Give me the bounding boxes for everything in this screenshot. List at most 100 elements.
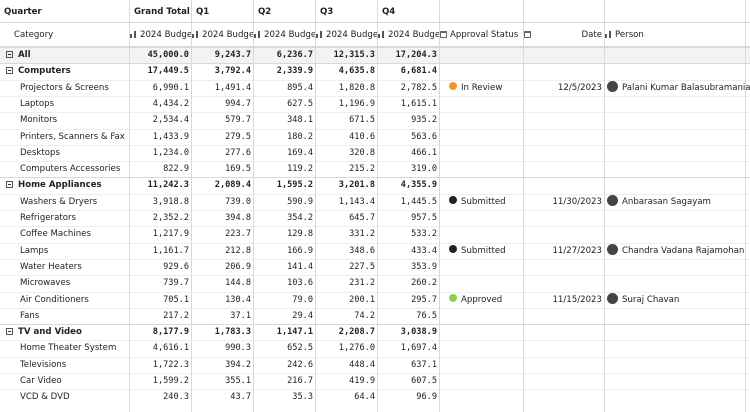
quarter-value-cell[interactable]: 35.3	[254, 389, 316, 405]
grand-total-cell[interactable]: 45,000.0	[130, 47, 192, 63]
quarter-value-cell[interactable]: 990.3	[192, 340, 254, 356]
approval-status-cell[interactable]: Approved	[449, 292, 523, 308]
quarter-value-cell[interactable]: 3,201.8	[316, 177, 378, 193]
quarter-value-cell[interactable]: 331.2	[316, 226, 378, 242]
quarter-value-cell[interactable]: 231.2	[316, 275, 378, 291]
quarter-value-cell[interactable]: 739.0	[192, 194, 254, 210]
collapse-icon[interactable]	[6, 180, 13, 188]
approval-status-cell[interactable]: Submitted	[449, 243, 523, 259]
quarter-value-cell[interactable]: 141.4	[254, 259, 316, 275]
quarter-value-cell[interactable]: 212.8	[192, 243, 254, 259]
quarter-value-cell[interactable]: 533.2	[378, 226, 440, 242]
grand-total-cell[interactable]: 217.2	[130, 308, 192, 324]
table-row[interactable]: Fans 217.2 37.1 29.4 74.2 76.5	[0, 308, 750, 324]
quarter-value-cell[interactable]: 166.9	[254, 243, 316, 259]
quarter-value-cell[interactable]: 74.2	[316, 308, 378, 324]
row-label[interactable]: Monitors	[20, 112, 128, 128]
quarter-value-cell[interactable]: 2,208.7	[316, 324, 378, 340]
row-label[interactable]: VCD & DVD	[20, 389, 128, 405]
quarter-value-cell[interactable]: 563.6	[378, 129, 440, 145]
quarter-value-cell[interactable]: 169.5	[192, 161, 254, 177]
row-label[interactable]: Printers, Scanners & Fax	[20, 129, 128, 145]
quarter-value-cell[interactable]: 1,196.9	[316, 96, 378, 112]
quarter-value-cell[interactable]: 1,445.5	[378, 194, 440, 210]
grand-total-cell[interactable]: 1,161.7	[130, 243, 192, 259]
quarter-value-cell[interactable]: 6,681.4	[378, 63, 440, 79]
grand-total-cell[interactable]: 4,616.1	[130, 340, 192, 356]
quarter-value-cell[interactable]: 410.6	[316, 129, 378, 145]
quarter-value-cell[interactable]: 448.4	[316, 357, 378, 373]
table-row[interactable]: Car Video 1,599.2 355.1 216.7 419.9 607.5	[0, 373, 750, 389]
grand-total-measure-header[interactable]: 2024 Budget	[130, 24, 192, 46]
table-row[interactable]: Water Heaters 929.6 206.9 141.4 227.5 353.9	[0, 259, 750, 275]
date-cell[interactable]: 11/30/2023	[524, 194, 602, 210]
q3-measure-header[interactable]: 2024 Budget	[316, 24, 378, 46]
row-label[interactable]: All	[6, 47, 124, 63]
q2-header[interactable]: Q2	[258, 0, 316, 24]
quarter-value-cell[interactable]: 206.9	[192, 259, 254, 275]
table-row[interactable]: Laptops 4,434.2 994.7 627.5 1,196.9 1,615.1	[0, 96, 750, 112]
quarter-value-cell[interactable]: 627.5	[254, 96, 316, 112]
quarter-value-cell[interactable]: 43.7	[192, 389, 254, 405]
quarter-header[interactable]: Quarter	[4, 0, 124, 24]
quarter-value-cell[interactable]: 216.7	[254, 373, 316, 389]
row-label[interactable]: Projectors & Screens	[20, 80, 128, 96]
quarter-value-cell[interactable]: 935.2	[378, 112, 440, 128]
table-row[interactable]: Washers & Dryers 3,918.8 739.0 590.9 1,143.4…	[0, 194, 750, 210]
quarter-value-cell[interactable]: 1,276.0	[316, 340, 378, 356]
category-header[interactable]: Category	[14, 24, 124, 46]
quarter-value-cell[interactable]: 957.5	[378, 210, 440, 226]
quarter-value-cell[interactable]: 96.9	[378, 389, 440, 405]
quarter-value-cell[interactable]: 1,143.4	[316, 194, 378, 210]
quarter-value-cell[interactable]: 355.1	[192, 373, 254, 389]
person-cell[interactable]: Suraj Chavan	[607, 292, 750, 308]
grand-total-cell[interactable]: 17,449.5	[130, 63, 192, 79]
grand-total-header[interactable]: Grand Total	[134, 0, 192, 24]
quarter-value-cell[interactable]: 590.9	[254, 194, 316, 210]
q3-header[interactable]: Q3	[320, 0, 378, 24]
row-label[interactable]: Refrigerators	[20, 210, 128, 226]
quarter-value-cell[interactable]: 180.2	[254, 129, 316, 145]
quarter-value-cell[interactable]: 277.6	[192, 145, 254, 161]
collapse-icon[interactable]	[6, 66, 13, 74]
row-label[interactable]: Home Appliances	[6, 177, 124, 193]
quarter-value-cell[interactable]: 1,595.2	[254, 177, 316, 193]
quarter-value-cell[interactable]: 169.4	[254, 145, 316, 161]
quarter-value-cell[interactable]: 227.5	[316, 259, 378, 275]
approval-status-cell[interactable]: Submitted	[449, 194, 523, 210]
quarter-value-cell[interactable]: 320.8	[316, 145, 378, 161]
table-row[interactable]: Microwaves 739.7 144.8 103.6 231.2 260.2	[0, 275, 750, 291]
grand-total-cell[interactable]: 240.3	[130, 389, 192, 405]
date-cell[interactable]: 12/5/2023	[524, 80, 602, 96]
grand-total-cell[interactable]: 1,722.3	[130, 357, 192, 373]
quarter-value-cell[interactable]: 2,089.4	[192, 177, 254, 193]
table-row[interactable]: Lamps 1,161.7 212.8 166.9 348.6 433.4 Submitte…	[0, 243, 750, 259]
quarter-value-cell[interactable]: 607.5	[378, 373, 440, 389]
quarter-value-cell[interactable]: 17,204.3	[378, 47, 440, 63]
table-row[interactable]: VCD & DVD 240.3 43.7 35.3 64.4 96.9	[0, 389, 750, 405]
row-label[interactable]: Water Heaters	[20, 259, 128, 275]
row-label[interactable]: Televisions	[20, 357, 128, 373]
quarter-value-cell[interactable]: 2,782.5	[378, 80, 440, 96]
quarter-value-cell[interactable]: 637.1	[378, 357, 440, 373]
quarter-value-cell[interactable]: 12,315.3	[316, 47, 378, 63]
quarter-value-cell[interactable]: 348.6	[316, 243, 378, 259]
quarter-value-cell[interactable]: 353.9	[378, 259, 440, 275]
collapse-icon[interactable]	[6, 50, 13, 58]
quarter-value-cell[interactable]: 129.8	[254, 226, 316, 242]
quarter-value-cell[interactable]: 1,820.8	[316, 80, 378, 96]
person-cell[interactable]: Chandra Vadana Rajamohan	[607, 243, 750, 259]
quarter-value-cell[interactable]: 895.4	[254, 80, 316, 96]
row-label[interactable]: Fans	[20, 308, 128, 324]
quarter-value-cell[interactable]: 1,615.1	[378, 96, 440, 112]
quarter-value-cell[interactable]: 354.2	[254, 210, 316, 226]
quarter-value-cell[interactable]: 3,038.9	[378, 324, 440, 340]
quarter-value-cell[interactable]: 394.8	[192, 210, 254, 226]
grand-total-cell[interactable]: 8,177.9	[130, 324, 192, 340]
approval-status-cell[interactable]: In Review	[449, 80, 523, 96]
quarter-value-cell[interactable]: 3,792.4	[192, 63, 254, 79]
approval-status-header[interactable]: Approval Status	[440, 24, 524, 46]
quarter-value-cell[interactable]: 37.1	[192, 308, 254, 324]
table-row[interactable]: Refrigerators 2,352.2 394.8 354.2 645.7 957.5	[0, 210, 750, 226]
quarter-value-cell[interactable]: 466.1	[378, 145, 440, 161]
